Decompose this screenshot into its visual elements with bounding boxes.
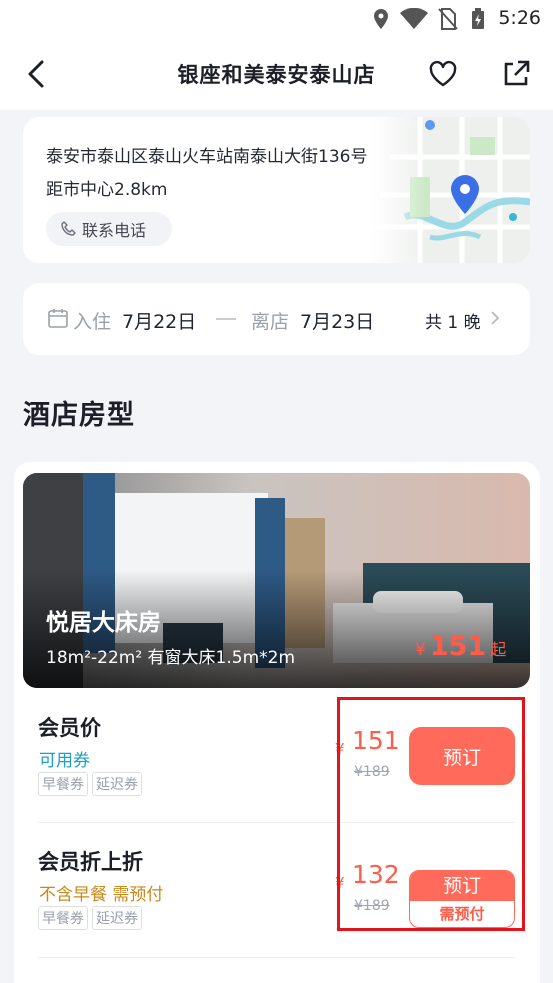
rate-tag: 早餐券 (38, 906, 88, 930)
rate-condition-note: 不含早餐 需预付 (39, 885, 164, 905)
phone-icon (61, 221, 76, 236)
address-card: 泰安市泰山区泰山火车站南泰山大街136号 距市中心2.8km 联系电话 (23, 117, 530, 263)
contact-phone-label: 联系电话 (82, 221, 147, 240)
divider (38, 957, 515, 958)
status-bar: 5:26 (0, 0, 553, 38)
distance-text: 距市中心2.8km (46, 180, 168, 200)
chevron-right-icon (491, 311, 500, 325)
room-price-suffix: 起 (490, 640, 507, 659)
room-price-currency: ¥ (415, 640, 426, 660)
share-icon[interactable] (500, 58, 532, 90)
rate-coupon-note: 可用券 (39, 751, 90, 771)
contact-phone-button[interactable]: 联系电话 (46, 212, 172, 246)
date-selector[interactable]: 入住 7月22日 离店 7月23日 共 1 晚 (23, 283, 530, 355)
status-time: 5:26 (498, 7, 541, 29)
room-name: 悦居大床房 (46, 610, 161, 636)
rate-tag: 延迟券 (92, 906, 142, 930)
nights-count: 共 1 晚 (425, 313, 481, 333)
checkout-label: 离店 (251, 311, 290, 333)
wifi-icon (400, 8, 428, 29)
checkout-date: 7月23日 (300, 311, 375, 333)
room-start-price: ¥151 起 (415, 631, 506, 662)
room-spec: 18m²-22m² 有窗大床1.5m*2m (46, 648, 296, 668)
address-text: 泰安市泰山区泰山火车站南泰山大街136号 (46, 147, 368, 167)
checkin-date: 7月22日 (122, 311, 197, 333)
next-rate-row-partial (38, 975, 278, 983)
location-icon (374, 9, 388, 29)
rate-tag: 延迟券 (92, 772, 142, 796)
nav-bar: 银座和美泰安泰山店 (0, 38, 553, 110)
rate-name: 会员价 (38, 716, 101, 740)
page-title: 银座和美泰安泰山店 (177, 63, 376, 87)
room-price-value: 151 (429, 631, 487, 662)
highlight-box (337, 697, 525, 931)
calendar-icon (48, 309, 68, 328)
map-thumbnail[interactable] (370, 117, 530, 263)
section-title-room-types: 酒店房型 (23, 400, 135, 431)
no-sim-icon (438, 8, 458, 30)
heart-icon[interactable] (427, 58, 459, 90)
rate-tag: 早餐券 (38, 772, 88, 796)
date-separator (216, 318, 236, 320)
rate-name: 会员折上折 (38, 850, 143, 874)
room-hero[interactable]: 悦居大床房 18m²-22m² 有窗大床1.5m*2m ¥151 起 (23, 473, 530, 688)
checkin-label: 入住 (73, 311, 112, 333)
battery-icon (472, 8, 484, 29)
